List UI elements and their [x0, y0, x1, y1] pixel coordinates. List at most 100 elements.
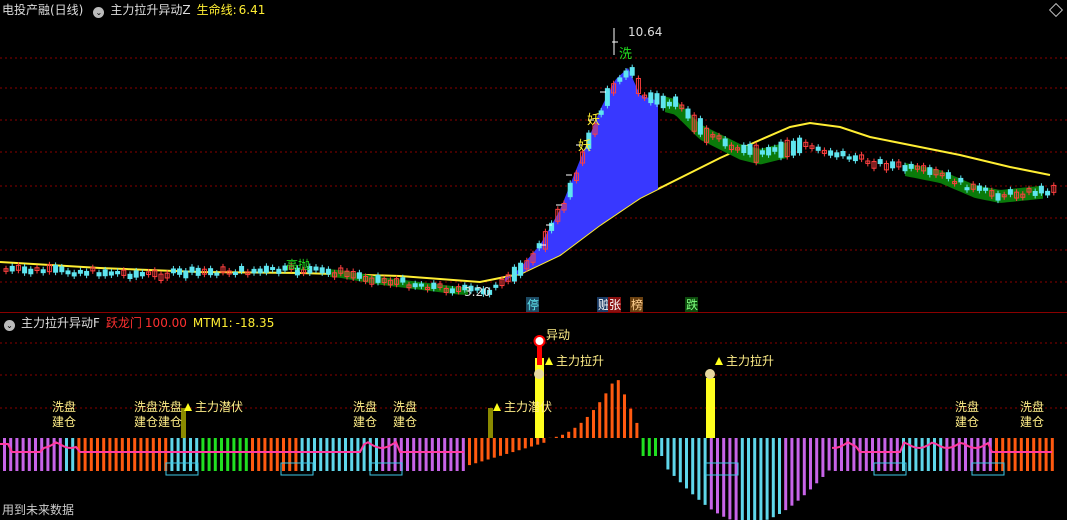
- candle-body: [257, 268, 263, 274]
- oscillator-bar: [877, 438, 881, 471]
- oscillator-bar: [34, 438, 37, 471]
- candle-body: [747, 143, 753, 155]
- cyan-box: [369, 462, 403, 476]
- candle-label: 妖: [578, 139, 591, 154]
- oscillator-bar: [127, 438, 130, 471]
- signal-label: 主力拉升: [726, 353, 774, 368]
- oscillator-bar: [784, 438, 788, 511]
- candle-body: [239, 265, 245, 272]
- candle-body: [518, 262, 524, 276]
- tag-label: 跌: [686, 297, 698, 312]
- candle-body: [536, 243, 542, 249]
- signal-label: 洗盘: [52, 399, 76, 414]
- candle-body: [59, 266, 65, 273]
- oscillator-bar: [790, 438, 794, 506]
- high-sell-label: 高抛: [286, 257, 310, 272]
- oscillator-bar: [27, 438, 31, 471]
- oscillator-bar: [995, 438, 998, 471]
- oscillator-bar: [331, 438, 335, 471]
- oscillator-bar: [821, 438, 825, 477]
- oscillator-bar: [282, 438, 285, 471]
- candle-body: [995, 193, 1001, 201]
- oscillator-bar: [77, 438, 81, 471]
- candle-body: [71, 272, 77, 277]
- oscillator-chart[interactable]: 洗盘建仓洗盘洗盘建仓建仓主力潜伏 洗盘建仓洗盘建仓主力潜伏主力拉升 主力拉升洗盘建仓…: [0, 313, 1067, 520]
- oscillator-bar: [685, 438, 688, 489]
- oscillator-bar: [83, 438, 87, 471]
- candle-body: [629, 67, 635, 76]
- oscillator-bar: [430, 438, 434, 471]
- candle-body: [493, 284, 499, 288]
- oscillator-bar: [815, 438, 819, 484]
- rally-arrow-icon: [533, 335, 546, 347]
- candle-body: [852, 155, 858, 162]
- oscillator-bar: [114, 438, 118, 471]
- oscillator-bar: [1013, 438, 1017, 471]
- main-chart-panel[interactable]: 电投产融(日线) ⌄ 主力拉升异动Z 生命线: 6.41 10.64 3.20 妖妖洗高抛停…: [0, 0, 1067, 312]
- oscillator-bar: [641, 438, 645, 456]
- candle-body: [412, 283, 418, 288]
- candle-body: [84, 270, 90, 276]
- triangle-marker-icon: [545, 357, 553, 365]
- candle-body: [22, 266, 28, 274]
- candle-body: [115, 271, 121, 275]
- signal-bar: [706, 378, 715, 438]
- candle-body: [766, 147, 772, 156]
- oscillator-bar: [40, 438, 44, 471]
- oscillator-bar: [232, 438, 236, 471]
- oscillator-bar: [554, 436, 558, 438]
- oscillator-bar: [263, 438, 267, 471]
- oscillator-bar: [418, 438, 422, 471]
- tag-label: 榜: [631, 297, 643, 312]
- candlestick-chart[interactable]: 10.643.20妖妖洗高抛停 赃张榜跌: [0, 0, 1067, 312]
- oscillator-bar: [71, 438, 75, 471]
- oscillator-bar: [139, 438, 143, 471]
- oscillator-bar: [269, 438, 273, 471]
- candle-body: [449, 288, 455, 294]
- oscillator-bar: [604, 393, 608, 438]
- candle-body: [617, 77, 623, 82]
- candle-body: [902, 165, 908, 172]
- oscillator-bar: [889, 438, 893, 471]
- signal-label: 建仓: [393, 415, 417, 429]
- oscillator-bar: [561, 434, 564, 438]
- oscillator-bar: [1050, 438, 1054, 471]
- candle-body: [9, 265, 15, 272]
- oscillator-bar: [765, 438, 769, 520]
- candle-body: [431, 282, 437, 289]
- signal-label: 建仓建仓: [134, 415, 182, 429]
- triangle-marker-icon: [715, 357, 723, 365]
- oscillator-bar: [629, 408, 633, 438]
- candle-body: [778, 141, 784, 158]
- candle-body: [65, 270, 71, 275]
- oscillator-bar: [133, 438, 137, 471]
- candle-body: [418, 283, 424, 287]
- candle-body: [741, 144, 747, 154]
- candle-body: [697, 118, 703, 135]
- oscillator-bar: [988, 438, 992, 471]
- oscillator-bar: [753, 438, 757, 520]
- oscillator-bar: [1044, 438, 1048, 471]
- oscillator-bar: [65, 438, 68, 471]
- oscillator-bar: [468, 438, 471, 466]
- triangle-marker-icon: [493, 403, 501, 411]
- oscillator-bar: [778, 438, 781, 514]
- candle-label: 妖: [587, 113, 600, 128]
- oscillator-bar: [678, 438, 682, 483]
- candle-body: [511, 266, 517, 282]
- oscillator-bar: [89, 438, 93, 471]
- oscillator-bar: [213, 438, 217, 471]
- candle-body: [53, 264, 59, 273]
- candle-body: [313, 266, 319, 271]
- sub-chart-panel[interactable]: ⌄ 主力拉升异动F 跃龙门 100.00 MTM1: -18.35 洗盘 建仓 洗盘洗盘 建仓建…: [0, 313, 1067, 520]
- oscillator-bar: [722, 438, 726, 517]
- candle-body: [276, 268, 282, 274]
- candle-body: [102, 269, 108, 277]
- signal-bar: [488, 408, 493, 438]
- candle-body: [685, 108, 691, 119]
- oscillator-bar: [9, 438, 13, 471]
- oscillator-bar: [883, 438, 887, 471]
- oscillator-bar: [182, 438, 186, 471]
- oscillator-bar: [840, 438, 843, 471]
- oscillator-bar: [251, 438, 254, 471]
